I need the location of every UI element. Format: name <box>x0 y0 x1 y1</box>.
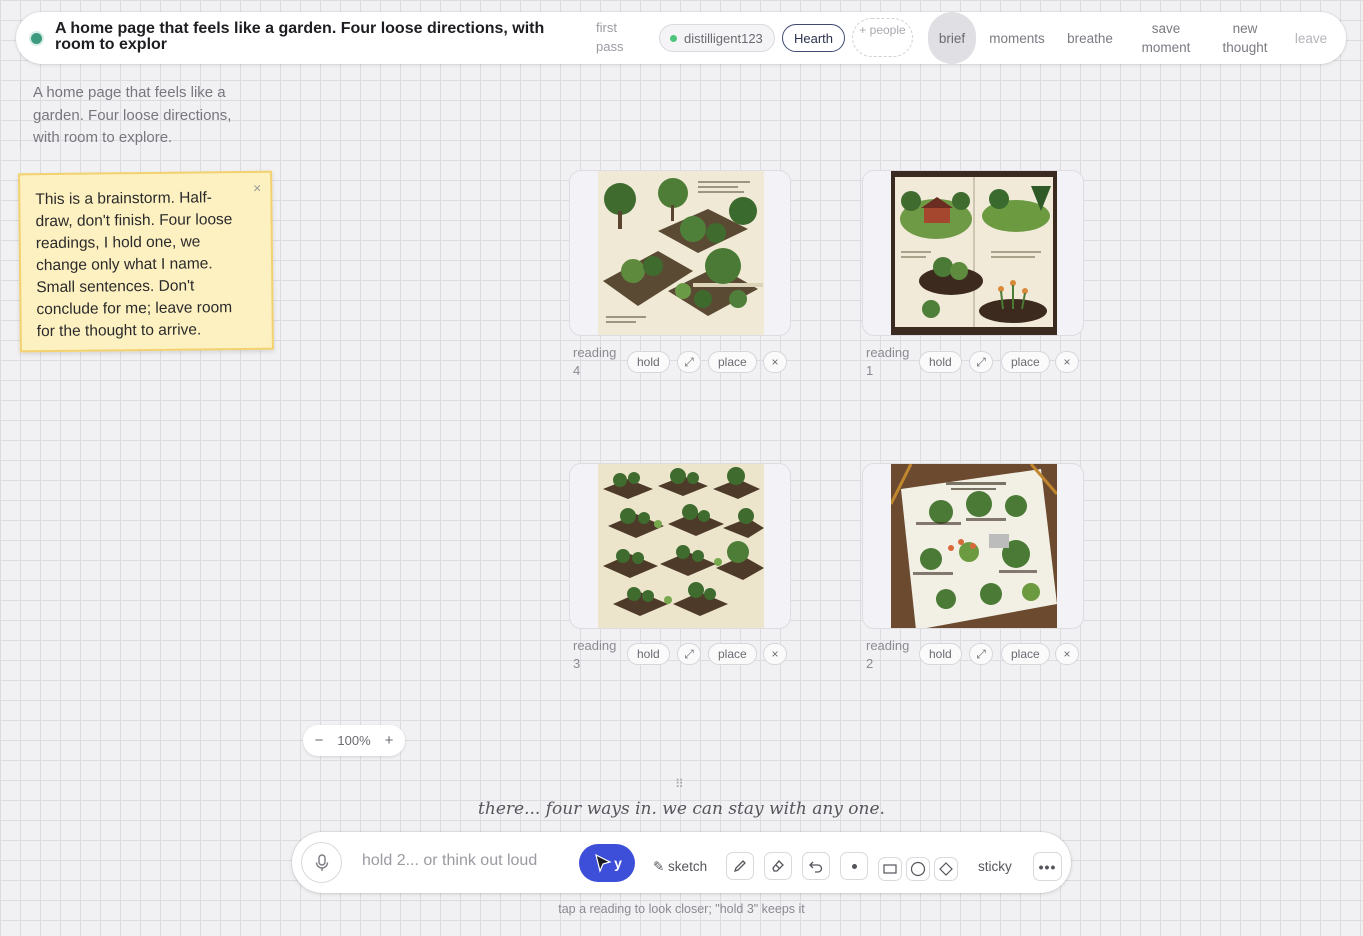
reading-label: reading 1 <box>866 345 910 378</box>
composer-hint: tap a reading to look closer; "hold 3" k… <box>558 902 805 916</box>
cursor-icon <box>595 853 612 873</box>
eraser-tool-button[interactable] <box>764 852 792 880</box>
garden-plan-illustration <box>598 171 764 335</box>
sticky-note[interactable]: × This is a brainstorm. Half-draw, don't… <box>18 170 274 353</box>
undo-icon <box>809 861 823 873</box>
expand-icon[interactable]: ⤢ <box>677 643 701 665</box>
pen-tool-button[interactable] <box>726 852 754 880</box>
sticky-close-button[interactable]: × <box>253 177 261 199</box>
diamond-icon <box>939 862 953 876</box>
nav-brief[interactable]: brief <box>928 12 976 64</box>
add-people-button[interactable]: + people <box>852 18 913 57</box>
garden-sketchbook-illustration <box>891 464 1057 628</box>
send-button[interactable]: y <box>579 844 635 882</box>
reading-card-2[interactable] <box>862 463 1084 629</box>
rectangle-icon <box>883 864 897 874</box>
composer-bar: hold 2... or think out loud y ✎ sketch s… <box>292 832 1071 893</box>
sticky-note-text: This is a brainstorm. Half-draw, don't f… <box>35 189 233 341</box>
nav-leave[interactable]: leave <box>1286 12 1336 64</box>
place-button[interactable]: place <box>708 643 757 665</box>
diamond-tool-button[interactable] <box>934 857 958 881</box>
microphone-icon <box>315 853 328 871</box>
user-chip[interactable]: distilligent123 <box>659 24 775 52</box>
brief-text: A home page that feels like a garden. Fo… <box>20 82 260 150</box>
nav-moments[interactable]: moments <box>982 12 1052 64</box>
place-button[interactable]: place <box>1001 643 1050 665</box>
expand-icon[interactable]: ⤢ <box>969 643 993 665</box>
close-icon[interactable]: × <box>763 351 787 373</box>
page-title: A home page that feels like a garden. Fo… <box>55 20 545 53</box>
pencil-icon <box>733 860 746 873</box>
nav-new-thought[interactable]: new thought <box>1213 12 1277 64</box>
eraser-icon <box>772 860 784 872</box>
sticky-tool-button[interactable]: sticky <box>978 859 1012 874</box>
zoom-out-button[interactable]: − <box>313 732 325 749</box>
place-button[interactable]: place <box>1001 351 1050 373</box>
reading-card-4[interactable] <box>569 170 791 336</box>
close-icon[interactable]: × <box>1055 643 1079 665</box>
dot-icon <box>851 863 857 869</box>
expand-icon[interactable]: ⤢ <box>677 351 701 373</box>
online-dot-icon <box>670 34 677 42</box>
dot-tool-button[interactable] <box>840 852 868 880</box>
reading-label: reading 2 <box>866 638 910 671</box>
reading-label: reading 3 <box>573 638 617 671</box>
hold-button[interactable]: hold <box>627 643 670 665</box>
nav-save-moment[interactable]: save moment <box>1131 12 1201 64</box>
space-chip[interactable]: Hearth <box>782 24 846 52</box>
nav-breathe[interactable]: breathe <box>1060 12 1120 64</box>
sketch-button[interactable]: ✎ sketch <box>653 859 707 875</box>
pass-label: first pass <box>596 20 624 54</box>
place-button[interactable]: place <box>708 351 757 373</box>
zoom-level: 100% <box>337 733 371 748</box>
undo-button[interactable] <box>802 852 830 880</box>
reading-card-1[interactable] <box>862 170 1084 336</box>
reading-card-3[interactable] <box>569 463 791 629</box>
circle-icon <box>910 861 926 877</box>
more-options-icon[interactable]: ••• <box>1033 852 1062 881</box>
prompt-input[interactable]: hold 2... or think out loud <box>362 852 562 870</box>
live-status-icon <box>31 33 42 44</box>
expand-icon[interactable]: ⤢ <box>969 351 993 373</box>
assistant-whisper: there... four ways in. we can stay with … <box>478 799 885 819</box>
user-chip-label: distilligent123 <box>684 30 763 46</box>
circle-tool-button[interactable] <box>906 857 930 881</box>
reading-label: reading 4 <box>573 345 617 378</box>
hold-button[interactable]: hold <box>919 351 962 373</box>
hold-button[interactable]: hold <box>627 351 670 373</box>
zoom-control: − 100% + <box>303 725 405 756</box>
garden-book-illustration <box>891 171 1057 335</box>
top-bar: A home page that feels like a garden. Fo… <box>16 12 1346 64</box>
send-button-label: y <box>614 855 622 871</box>
drag-handle-icon[interactable]: ⠿ <box>675 777 685 791</box>
rectangle-tool-button[interactable] <box>878 857 902 881</box>
zoom-in-button[interactable]: + <box>383 732 395 749</box>
garden-beds-illustration <box>598 464 764 628</box>
close-icon[interactable]: × <box>1055 351 1079 373</box>
hold-button[interactable]: hold <box>919 643 962 665</box>
microphone-button[interactable] <box>301 842 342 883</box>
close-icon[interactable]: × <box>763 643 787 665</box>
